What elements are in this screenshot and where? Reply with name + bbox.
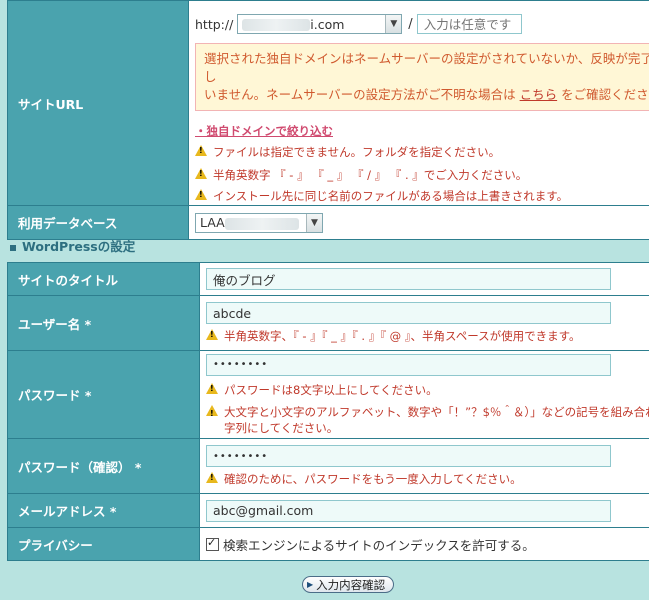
warning-icon — [206, 472, 218, 483]
site-title-input[interactable] — [206, 268, 611, 290]
nameserver-notice: 選択された独自ドメインはネームサーバーの設定がされていないか、反映が完了し いま… — [195, 43, 649, 111]
install-path-input[interactable] — [416, 14, 522, 34]
nameserver-help-link[interactable]: こちら — [520, 87, 558, 102]
email-field — [199, 493, 649, 528]
warning-icon — [195, 168, 207, 179]
confirm-input-button[interactable]: ▶ 入力内容確認 — [302, 576, 395, 593]
warning-row: インストール先に同じ名前のファイルがある場合は上書きされます。 — [195, 188, 649, 204]
site-title-label: サイトのタイトル — [7, 262, 200, 296]
site-url-field: http:// i.com ▼ / 選択された独自ドメインはネームサーバーの設定… — [188, 0, 649, 206]
site-url-label: サイトURL — [7, 0, 189, 206]
warning-icon — [206, 404, 218, 422]
privacy-checkbox[interactable] — [206, 536, 219, 551]
password-input[interactable] — [206, 353, 611, 376]
username-field: 半角英数字、『 - 』『 _ 』『 . 』『 @ 』、半角スペースが使用できます… — [199, 295, 649, 351]
warning-icon — [195, 145, 207, 156]
square-bullet-icon — [10, 244, 16, 251]
warning-icon — [206, 382, 218, 394]
warning-row: 大文字と小文字のアルファベット、数字や「！”？$％＾＆）」などの記号を組み合わ字… — [206, 404, 649, 436]
database-select[interactable]: LAA ▼ — [195, 212, 323, 233]
database-label: 利用データベース — [7, 205, 189, 240]
warning-row: パスワードは8文字以上にしてください。 — [206, 382, 649, 398]
warning-icon — [206, 329, 218, 340]
site-title-field — [199, 262, 649, 296]
username-input[interactable] — [206, 302, 611, 324]
warning-row: 半角英数字 『 - 』 『 _ 』 『 / 』 『 . 』でご入力ください。 — [195, 167, 649, 183]
arrow-right-icon: ▶ — [307, 580, 314, 589]
wordpress-settings-table: サイトのタイトル ユーザー名 * 半角英数字、『 - 』『 _ 』『 . 』『 … — [7, 262, 649, 561]
password-confirm-label: パスワード（確認） * — [7, 438, 200, 494]
database-field: LAA ▼ — [188, 205, 649, 240]
email-label: メールアドレス * — [7, 493, 200, 528]
password-confirm-input[interactable] — [206, 445, 611, 467]
privacy-field: 検索エンジンによるサイトのインデックスを許可する。 — [199, 527, 649, 561]
password-confirm-field: 確認のために、パスワードをもう一度入力してください。 — [199, 438, 649, 494]
password-field: パスワードは8文字以上にしてください。 大文字と小文字のアルファベット、数字や「… — [199, 350, 649, 439]
wordpress-settings-heading: WordPressの設定 — [10, 236, 135, 255]
warning-row: ファイルは指定できません。フォルダを指定ください。 — [195, 144, 649, 160]
privacy-checkbox-label: 検索エンジンによるサイトのインデックスを許可する。 — [223, 537, 535, 553]
privacy-label: プライバシー — [7, 527, 200, 561]
narrow-domain-link[interactable]: ・独自ドメインで絞り込む — [195, 124, 333, 138]
chevron-down-icon: ▼ — [306, 213, 322, 232]
chevron-down-icon: ▼ — [385, 15, 402, 33]
warning-row: 確認のために、パスワードをもう一度入力してください。 — [206, 471, 649, 487]
warning-icon — [195, 189, 207, 200]
url-slash: / — [408, 16, 413, 32]
url-prefix: http:// — [195, 16, 234, 32]
domain-select[interactable]: i.com ▼ — [237, 14, 403, 34]
email-input[interactable] — [206, 499, 611, 522]
username-label: ユーザー名 * — [7, 295, 200, 351]
warning-row: 半角英数字、『 - 』『 _ 』『 . 』『 @ 』、半角スペースが使用できます… — [206, 328, 649, 344]
site-settings-table: サイトURL http:// i.com ▼ / 選択された独自ドメインはネーム… — [7, 0, 649, 240]
password-label: パスワード * — [7, 350, 200, 439]
